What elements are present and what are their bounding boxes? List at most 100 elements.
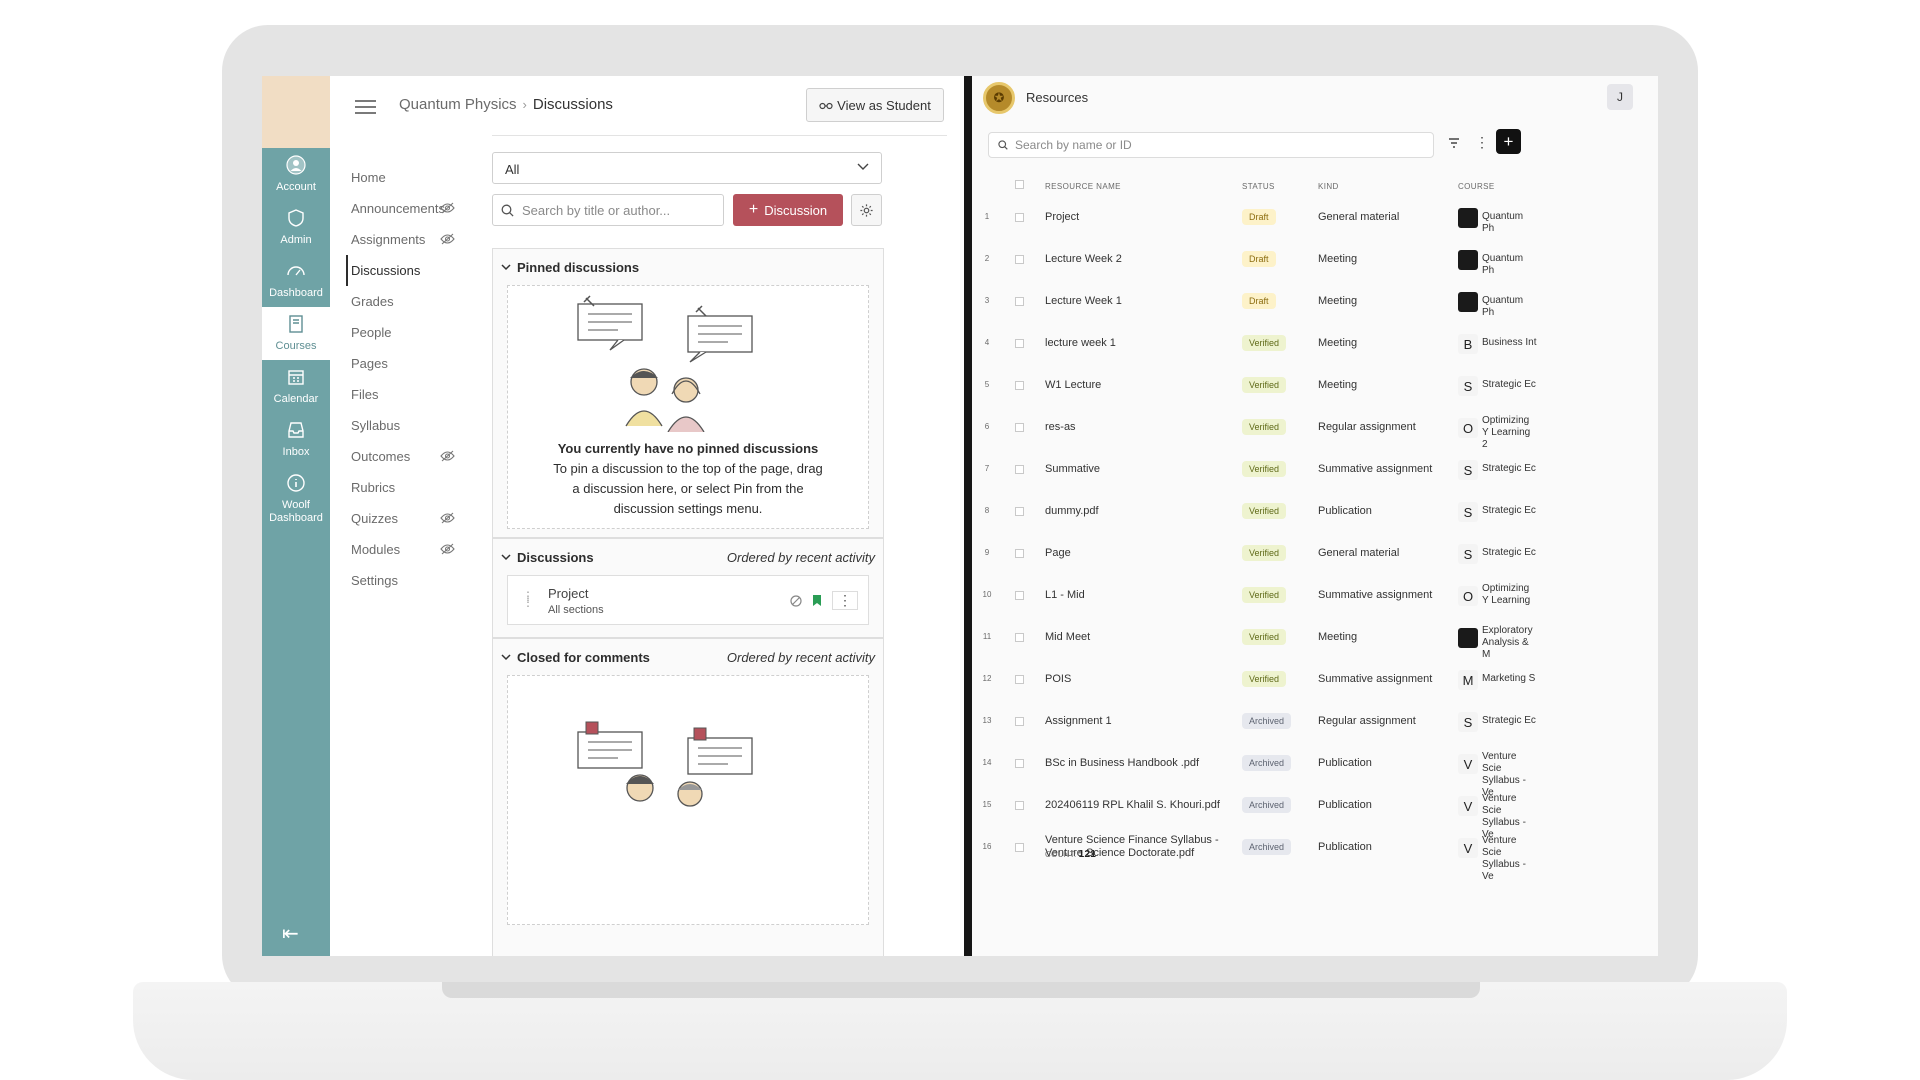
resource-name[interactable]: W1 Lecture: [1045, 379, 1230, 392]
table-row[interactable]: 3 Lecture Week 1 Draft Meeting Quantum Ph: [972, 281, 1658, 323]
global-nav-courses[interactable]: Courses: [262, 307, 330, 360]
discussions-header[interactable]: Discussions Ordered by recent activity: [493, 539, 883, 575]
table-row[interactable]: 14 BSc in Business Handbook .pdf Archived P…: [972, 743, 1658, 798]
row-checkbox[interactable]: [1015, 801, 1024, 810]
course-nav-rubrics[interactable]: Rubrics: [348, 472, 458, 503]
resource-name[interactable]: dummy.pdf: [1045, 505, 1230, 518]
row-checkbox[interactable]: [1015, 213, 1024, 222]
resource-name[interactable]: L1 - Mid: [1045, 589, 1230, 602]
split-divider[interactable]: [964, 76, 972, 956]
global-nav-dashboard[interactable]: Dashboard: [262, 254, 330, 307]
filter-icon[interactable]: [1448, 135, 1460, 151]
row-checkbox[interactable]: [1015, 717, 1024, 726]
resource-kind: Meeting: [1318, 337, 1358, 349]
course-nav-pages[interactable]: Pages: [348, 348, 458, 379]
resource-search-input[interactable]: Search by name or ID: [988, 132, 1434, 158]
table-row[interactable]: 2 Lecture Week 2 Draft Meeting Quantum Ph: [972, 239, 1658, 281]
course-nav-quizzes[interactable]: Quizzes: [348, 503, 458, 534]
table-row[interactable]: 15 202406119 RPL Khalil S. Khouri.pdf Arch…: [972, 785, 1658, 840]
add-discussion-button[interactable]: + Discussion: [733, 194, 843, 226]
row-checkbox[interactable]: [1015, 759, 1024, 768]
view-as-student-button[interactable]: View as Student: [806, 88, 944, 122]
course-nav-announcements[interactable]: Announcements: [348, 193, 458, 224]
resource-name[interactable]: Project: [1045, 211, 1230, 224]
row-checkbox[interactable]: [1015, 381, 1024, 390]
row-number: 12: [982, 674, 992, 683]
discussion-filter-select[interactable]: All: [492, 152, 882, 184]
row-number: 8: [984, 506, 990, 515]
row-checkbox[interactable]: [1015, 633, 1024, 642]
table-row[interactable]: 7 Summative Verified Summative assignment S S…: [972, 449, 1658, 491]
resource-name[interactable]: lecture week 1: [1045, 337, 1230, 350]
resource-name[interactable]: 202406119 RPL Khalil S. Khouri.pdf: [1045, 799, 1230, 812]
course-nav-discussions[interactable]: Discussions: [346, 255, 458, 286]
course-nav-home[interactable]: Home: [348, 162, 458, 193]
course-nav-grades[interactable]: Grades: [348, 286, 458, 317]
column-header-status[interactable]: STATUS: [1242, 182, 1275, 191]
row-checkbox[interactable]: [1015, 591, 1024, 600]
pinned-discussions-header[interactable]: Pinned discussions: [493, 249, 883, 285]
row-checkbox[interactable]: [1015, 339, 1024, 348]
table-row[interactable]: 16 Venture Science Finance Syllabus - Ven…: [972, 827, 1658, 882]
unpublished-icon[interactable]: [790, 594, 802, 607]
row-checkbox[interactable]: [1015, 507, 1024, 516]
resource-name[interactable]: Mid Meet: [1045, 631, 1230, 644]
column-header-name[interactable]: RESOURCE NAME: [1045, 182, 1121, 191]
add-resource-button[interactable]: +: [1496, 129, 1521, 154]
resource-name[interactable]: res-as: [1045, 421, 1230, 434]
course-nav-outcomes[interactable]: Outcomes: [348, 441, 458, 472]
resource-name[interactable]: Summative: [1045, 463, 1230, 476]
table-row[interactable]: 4 lecture week 1 Verified Meeting B Business …: [972, 323, 1658, 365]
course-nav-people[interactable]: People: [348, 317, 458, 348]
resource-name[interactable]: BSc in Business Handbook .pdf: [1045, 757, 1230, 770]
more-vertical-icon[interactable]: ⋮: [1475, 134, 1489, 151]
collapse-nav-icon[interactable]: ⇤: [282, 921, 299, 946]
row-checkbox[interactable]: [1015, 255, 1024, 264]
discussion-row[interactable]: ⋮ ⋮ Project All sections ⋮: [507, 575, 869, 625]
row-checkbox[interactable]: [1015, 423, 1024, 432]
course-nav-settings[interactable]: Settings: [348, 565, 458, 596]
global-nav-woolf-dashboard[interactable]: Woolf Dashboard: [262, 466, 330, 532]
row-checkbox[interactable]: [1015, 549, 1024, 558]
select-all-checkbox[interactable]: [1015, 180, 1024, 189]
column-header-course[interactable]: COURSE: [1458, 182, 1495, 191]
resource-name[interactable]: POIS: [1045, 673, 1230, 686]
row-checkbox[interactable]: [1015, 843, 1024, 852]
resource-name[interactable]: Lecture Week 2: [1045, 253, 1230, 266]
global-nav-admin[interactable]: Admin: [262, 201, 330, 254]
hamburger-menu-icon[interactable]: [355, 100, 376, 114]
table-row[interactable]: 6 res-as Verified Regular assignment O Optimi…: [972, 407, 1658, 450]
column-header-kind[interactable]: KIND: [1318, 182, 1339, 191]
row-checkbox[interactable]: [1015, 465, 1024, 474]
table-row[interactable]: 10 L1 - Mid Verified Summative assignment O O…: [972, 575, 1658, 617]
course-nav-modules[interactable]: Modules: [348, 534, 458, 565]
table-row[interactable]: 5 W1 Lecture Verified Meeting S Strategic Ec: [972, 365, 1658, 407]
user-avatar[interactable]: J: [1607, 84, 1633, 110]
discussion-search-input[interactable]: Search by title or author...: [492, 194, 724, 226]
resource-name[interactable]: Assignment 1: [1045, 715, 1230, 728]
row-checkbox[interactable]: [1015, 675, 1024, 684]
drag-handle-icon[interactable]: ⋮ ⋮: [522, 590, 534, 608]
discussion-title[interactable]: Project: [548, 586, 588, 601]
subscribed-bookmark-icon[interactable]: [812, 594, 822, 607]
table-row[interactable]: 8 dummy.pdf Verified Publication S Strategic …: [972, 491, 1658, 533]
discussion-settings-button[interactable]: [851, 194, 882, 226]
breadcrumb-course-link[interactable]: Quantum Physics: [399, 96, 517, 113]
table-row[interactable]: 1 Project Draft General material Quantum Ph: [972, 197, 1658, 239]
more-options-icon[interactable]: ⋮: [832, 591, 858, 610]
table-row[interactable]: 12 POIS Verified Summative assignment M Marke…: [972, 659, 1658, 701]
table-row[interactable]: 13 Assignment 1 Archived Regular assignment…: [972, 701, 1658, 743]
resource-name[interactable]: Lecture Week 1: [1045, 295, 1230, 308]
global-nav-account[interactable]: Account: [262, 148, 330, 201]
resource-name[interactable]: Page: [1045, 547, 1230, 560]
global-nav-calendar[interactable]: Calendar: [262, 360, 330, 413]
closed-discussions-header[interactable]: Closed for comments Ordered by recent ac…: [493, 639, 883, 675]
course-nav-syllabus[interactable]: Syllabus: [348, 410, 458, 441]
course-nav-files[interactable]: Files: [348, 379, 458, 410]
table-row[interactable]: 9 Page Verified General material S Strategic …: [972, 533, 1658, 575]
table-row[interactable]: 11 Mid Meet Verified Meeting Exploratory Ana…: [972, 617, 1658, 660]
global-nav-inbox[interactable]: Inbox: [262, 413, 330, 466]
eye-slash-icon: [440, 512, 455, 524]
course-nav-assignments[interactable]: Assignments: [348, 224, 458, 255]
row-checkbox[interactable]: [1015, 297, 1024, 306]
